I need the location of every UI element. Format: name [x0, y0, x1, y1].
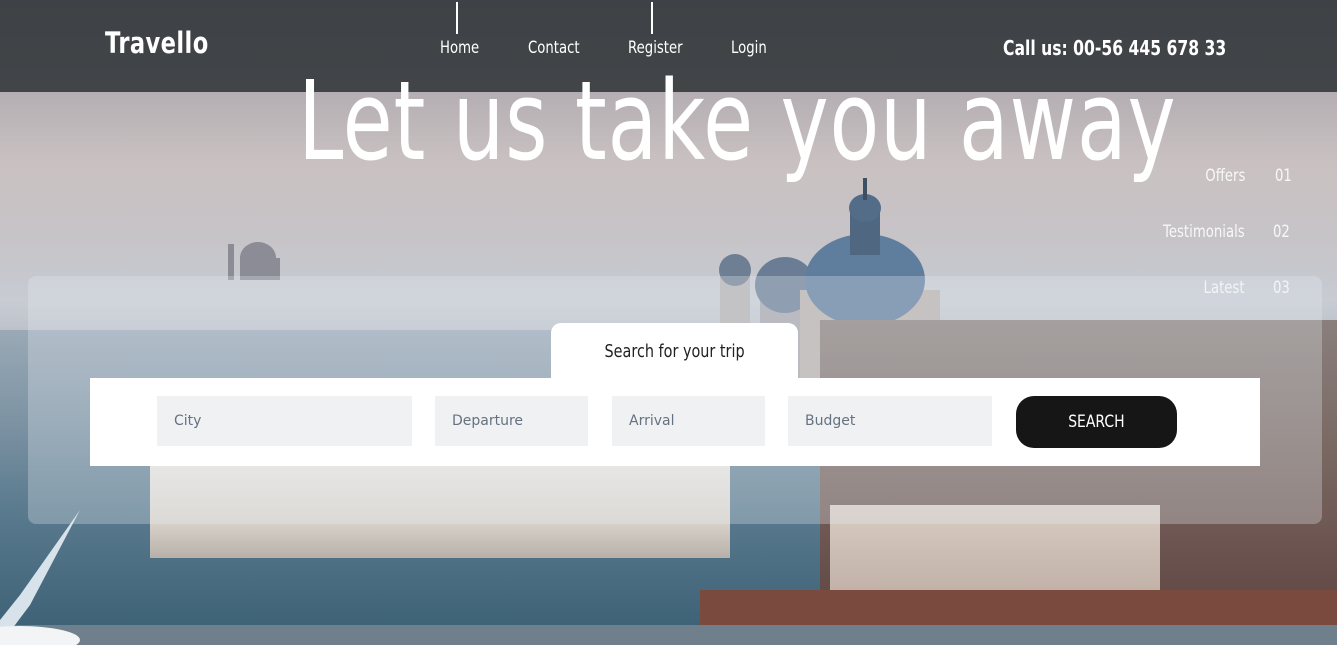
search-button[interactable]: SEARCH: [1016, 396, 1177, 448]
search-tab-label: Search for your trip: [604, 341, 745, 362]
search-button-label: SEARCH: [1068, 412, 1125, 432]
terracotta-roofs: [700, 590, 1337, 625]
arrival-input[interactable]: [612, 396, 765, 446]
side-nav-testimonials-number: 02: [1273, 222, 1290, 242]
distant-church-illustration: [228, 242, 280, 280]
airplane-wing-illustration: [0, 510, 80, 645]
budget-input[interactable]: [788, 396, 992, 446]
hero-title: Let us take you away: [298, 57, 1177, 185]
search-tab-label-wrap: Search for your trip: [551, 341, 798, 362]
nav-active-indicator: [456, 2, 458, 34]
nav-home[interactable]: Home: [440, 38, 479, 58]
side-nav-offers-number: 01: [1275, 166, 1292, 186]
nav-active-indicator: [651, 2, 653, 34]
side-nav-testimonials[interactable]: Testimonials: [1163, 222, 1245, 242]
brand-logo[interactable]: Travello: [105, 26, 209, 60]
departure-input[interactable]: [435, 396, 588, 446]
nav-login[interactable]: Login: [731, 38, 767, 58]
side-nav-offers[interactable]: Offers: [1205, 166, 1245, 186]
nav-register[interactable]: Register: [628, 38, 683, 58]
search-tab[interactable]: Search for your trip: [551, 323, 798, 381]
city-input[interactable]: [157, 396, 412, 446]
nav-contact[interactable]: Contact: [528, 38, 580, 58]
